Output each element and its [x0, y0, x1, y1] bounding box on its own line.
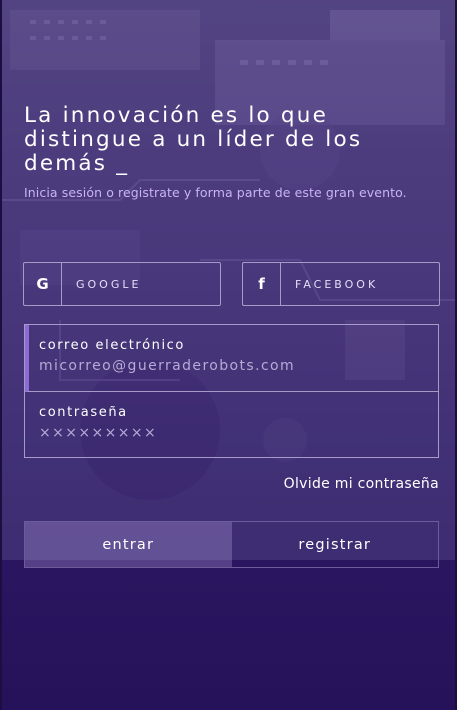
- auth-actions: entrar registrar: [24, 521, 439, 568]
- login-screen: La innovación es lo que distingue a un l…: [0, 0, 457, 710]
- password-field[interactable]: contraseña: [25, 392, 438, 458]
- page-subtitle: Inicia sesión o registrate y forma parte…: [24, 185, 407, 200]
- facebook-icon: f: [243, 263, 281, 305]
- facebook-login-label: FACEBOOK: [295, 277, 379, 291]
- login-form: correo electrónico contraseña: [24, 324, 439, 458]
- login-button[interactable]: entrar: [25, 522, 232, 567]
- email-label: correo electrónico: [39, 338, 185, 353]
- password-label: contraseña: [39, 405, 128, 420]
- google-login-label: GOOGLE: [76, 277, 142, 291]
- page-headline: La innovación es lo que distingue a un l…: [24, 103, 363, 176]
- google-login-button[interactable]: G GOOGLE: [23, 262, 221, 306]
- email-field[interactable]: correo electrónico: [25, 325, 438, 392]
- forgot-password-link[interactable]: Olvide mi contraseña: [244, 476, 439, 492]
- email-input[interactable]: [39, 358, 419, 374]
- frame-border-left: [0, 0, 2, 710]
- register-button[interactable]: registrar: [232, 522, 439, 567]
- facebook-login-button[interactable]: f FACEBOOK: [242, 262, 440, 306]
- google-icon: G: [24, 263, 62, 305]
- password-input[interactable]: [39, 425, 419, 441]
